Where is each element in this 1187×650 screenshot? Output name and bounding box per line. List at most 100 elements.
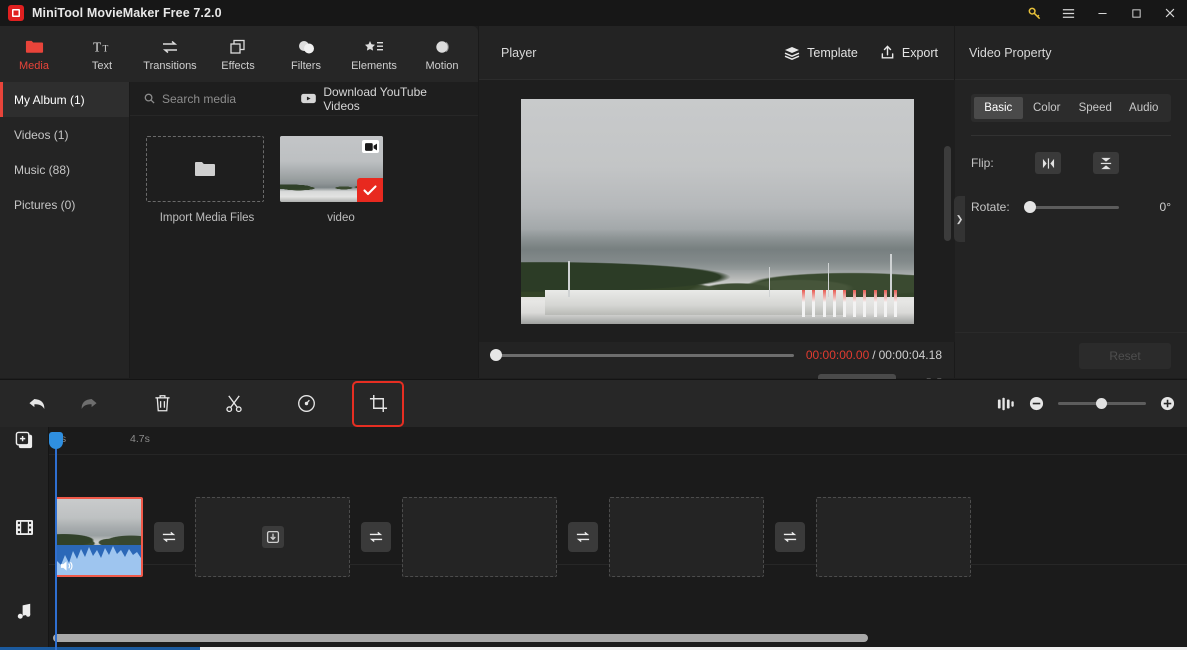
sidebar-label: My Album (1) [14, 92, 85, 107]
import-media-cell[interactable]: Import Media Files [146, 136, 268, 224]
scrollbar-thumb[interactable] [53, 634, 868, 642]
ribbon-tab-media[interactable]: Media [0, 26, 68, 82]
flip-horizontal-icon[interactable] [1035, 152, 1061, 174]
ribbon-tab-motion[interactable]: Motion [408, 26, 476, 82]
sidebar-item-music[interactable]: Music (88) [0, 152, 129, 187]
ribbon-label: Effects [221, 59, 255, 72]
zoom-handle[interactable] [1096, 397, 1107, 409]
seek-handle[interactable] [490, 349, 502, 361]
transitions-icon [160, 37, 180, 57]
add-transition-button[interactable] [361, 522, 391, 552]
main-ribbon: Media TT Text Transitions Effects Filter… [0, 26, 478, 82]
preview-scrollbar[interactable] [944, 146, 951, 241]
ribbon-label: Motion [425, 59, 459, 72]
download-youtube-videos-button[interactable]: Download YouTube Videos [301, 85, 464, 113]
sidebar-item-pictures[interactable]: Pictures (0) [0, 187, 129, 222]
undo-button[interactable] [14, 384, 62, 424]
split-button[interactable] [210, 384, 258, 424]
timeline-ruler[interactable]: 0s 4.7s [49, 427, 1187, 455]
add-transition-button[interactable] [154, 522, 184, 552]
preview-pole [568, 260, 570, 297]
maximize-icon[interactable] [1119, 0, 1153, 26]
library-toolbar: Search media Download YouTube Videos [130, 82, 478, 116]
collapse-panel-chevron-icon[interactable]: ❯ [954, 196, 965, 242]
sidebar-label: Videos (1) [14, 127, 69, 142]
flip-vertical-icon[interactable] [1093, 152, 1119, 174]
clip-volume-icon[interactable] [60, 560, 74, 572]
ribbon-tab-filters[interactable]: Filters [272, 26, 340, 82]
timeline: 0s 4.7s [0, 427, 1187, 650]
video-preview[interactable] [521, 98, 914, 324]
add-transition-button[interactable] [568, 522, 598, 552]
export-button[interactable]: Export [880, 45, 938, 60]
sidebar-item-my-album[interactable]: My Album (1) [0, 82, 129, 117]
timeline-horizontal-scrollbar[interactable] [53, 634, 1173, 642]
search-icon [144, 93, 155, 104]
seek-slider[interactable] [490, 349, 794, 361]
menu-icon[interactable] [1051, 0, 1085, 26]
preview-building-wall [544, 289, 844, 315]
folder-import-icon [194, 160, 216, 178]
crop-button[interactable] [352, 380, 404, 427]
add-media-track-icon[interactable] [0, 427, 49, 454]
library-sidebar: My Album (1) Videos (1) Music (88) Pictu… [0, 82, 130, 378]
tab-label: Audio [1129, 102, 1159, 114]
player-panel: Player Template Export 00:00:00.00 / 00:… [478, 26, 956, 396]
ribbon-tab-text[interactable]: TT Text [68, 26, 136, 82]
rotate-value: 0° [1159, 200, 1171, 214]
ribbon-tab-transitions[interactable]: Transitions [136, 26, 204, 82]
layers-icon [784, 46, 800, 60]
tab-label: Speed [1078, 102, 1112, 114]
total-time: 00:00:04.18 [878, 348, 942, 362]
title-bar: MiniTool MovieMaker Free 7.2.0 [0, 0, 1187, 26]
player-actions: Template Export [784, 45, 938, 60]
tab-audio[interactable]: Audio [1120, 97, 1169, 119]
audio-track[interactable] [49, 565, 1187, 633]
search-input[interactable]: Search media [144, 92, 301, 106]
template-label: Template [807, 45, 858, 60]
fit-timeline-icon[interactable] [997, 396, 1015, 412]
sidebar-label: Pictures (0) [14, 197, 76, 212]
import-media-dropzone[interactable] [146, 136, 264, 202]
tab-basic[interactable]: Basic [974, 97, 1023, 119]
ribbon-tab-elements[interactable]: Elements [340, 26, 408, 82]
video-track[interactable] [49, 459, 1187, 577]
tab-color[interactable]: Color [1023, 97, 1072, 119]
flip-row: Flip: [971, 146, 1171, 180]
close-icon[interactable] [1153, 0, 1187, 26]
tab-speed[interactable]: Speed [1071, 97, 1120, 119]
playhead[interactable] [49, 432, 63, 650]
flip-label: Flip: [971, 156, 994, 170]
redo-button[interactable] [64, 384, 112, 424]
delete-button[interactable] [138, 384, 186, 424]
sidebar-item-videos[interactable]: Videos (1) [0, 117, 129, 152]
rotate-slider[interactable] [1024, 201, 1119, 213]
speed-button[interactable] [282, 384, 330, 424]
media-item-video[interactable]: video [280, 136, 402, 224]
sidebar-label: Music (88) [14, 162, 71, 177]
media-library: My Album (1) Videos (1) Music (88) Pictu… [0, 82, 478, 378]
svg-text:T: T [93, 39, 101, 54]
add-transition-button[interactable] [775, 522, 805, 552]
library-content: Search media Download YouTube Videos Imp… [130, 82, 478, 378]
rotate-handle[interactable] [1024, 201, 1036, 213]
tab-label: Basic [984, 102, 1013, 114]
property-footer: Reset [955, 332, 1187, 378]
clip-thumbnail [57, 499, 141, 547]
template-button[interactable]: Template [784, 45, 858, 60]
timeline-track-gutter [0, 427, 49, 650]
player-stage [479, 80, 956, 342]
ribbon-tab-effects[interactable]: Effects [204, 26, 272, 82]
svg-text:T: T [102, 44, 108, 54]
playhead-handle[interactable] [49, 432, 63, 449]
zoom-out-button[interactable] [1029, 396, 1044, 411]
zoom-in-button[interactable] [1160, 396, 1175, 411]
motion-icon [433, 37, 451, 57]
reset-button[interactable]: Reset [1079, 342, 1171, 369]
minimize-icon[interactable] [1085, 0, 1119, 26]
video-type-badge-icon [362, 140, 379, 153]
zoom-slider[interactable] [1058, 397, 1146, 409]
video-property-panel: ❯ Video Property Basic Color Speed Audio… [954, 26, 1187, 378]
media-thumbnail[interactable] [280, 136, 383, 202]
license-key-icon[interactable] [1017, 0, 1051, 26]
